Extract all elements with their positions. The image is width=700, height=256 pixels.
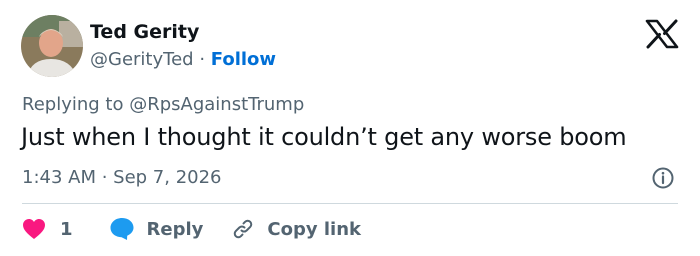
author-name[interactable]: Ted Gerity — [90, 21, 199, 43]
x-logo-icon[interactable] — [645, 19, 679, 49]
tweet-text: Just when I thought it couldn’t get any … — [21, 123, 627, 151]
replying-to[interactable]: Replying to @RpsAgainstTrump — [22, 94, 304, 115]
copy-link-label: Copy link — [267, 218, 361, 240]
reply-bubble-icon — [110, 218, 134, 240]
info-icon[interactable] — [651, 166, 675, 190]
like-count: 1 — [60, 218, 73, 240]
copy-link-button[interactable]: Copy link — [231, 217, 361, 241]
divider — [22, 203, 678, 204]
like-button[interactable]: 1 — [22, 218, 73, 240]
heart-icon — [23, 219, 45, 239]
author-handle[interactable]: @GerityTed — [90, 49, 194, 70]
handle-separator: · — [199, 49, 206, 70]
action-bar: 1 Reply Copy link — [22, 214, 361, 244]
link-icon — [234, 219, 253, 239]
avatar-image — [21, 15, 83, 77]
reply-button[interactable]: Reply — [109, 217, 204, 241]
reply-label: Reply — [146, 218, 204, 240]
avatar[interactable] — [21, 15, 83, 77]
author-handle-line: @GerityTed · Follow — [90, 49, 276, 70]
timestamp[interactable]: 1:43 AM · Sep 7, 2026 — [22, 167, 222, 188]
follow-button[interactable]: Follow — [211, 49, 276, 70]
